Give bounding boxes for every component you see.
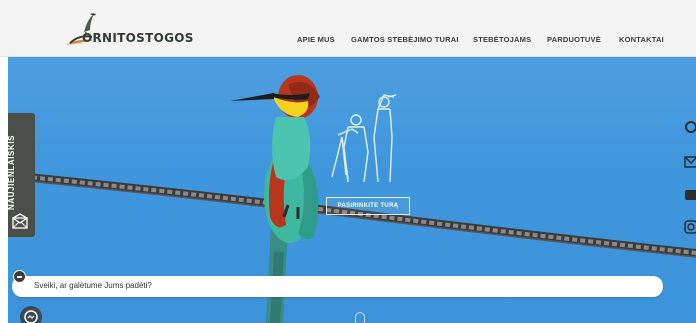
birdwatchers-illustration [331, 94, 397, 183]
instagram-icon[interactable] [684, 220, 696, 234]
mail-icon[interactable] [684, 155, 696, 169]
scroll-down-indicator[interactable] [355, 312, 365, 323]
messenger-icon[interactable] [20, 306, 42, 323]
choose-tour-button[interactable]: PASIRINKITE TURĄ [326, 197, 410, 215]
nav-item-stebetojams[interactable]: STEBĖTOJAMS [473, 35, 531, 44]
nav-item-apie-mus[interactable]: APIE MUS [297, 35, 335, 44]
youtube-icon[interactable] [684, 188, 696, 202]
nav-item-gamtos-stebejimo-turai[interactable]: GAMTOS STEBĖJIMO TURAI [351, 35, 459, 44]
nav-item-kontaktai[interactable]: KONTAKTAI [619, 35, 664, 44]
messenger-glyph [24, 310, 38, 323]
minus-icon[interactable] [13, 270, 26, 283]
main-nav: APIE MUS GAMTOS STEBĖJIMO TURAI STEBĖTOJ… [0, 35, 696, 49]
search-icon[interactable] [684, 120, 696, 134]
site-header: ORNITOSTOGOS APIE MUS GAMTOS STEBĖJIMO T… [0, 0, 696, 57]
envelope-icon[interactable] [11, 213, 29, 231]
chat-greeting-bubble[interactable]: Sveiki, ar galėtume Jums padėti? [12, 276, 663, 297]
nav-item-parduotuve[interactable]: PARDUOTUVĖ [547, 35, 601, 44]
chat-message: Sveiki, ar galėtume Jums padėti? [34, 281, 152, 290]
newsletter-label: NAUJIENLAIŠKIS [7, 134, 16, 210]
